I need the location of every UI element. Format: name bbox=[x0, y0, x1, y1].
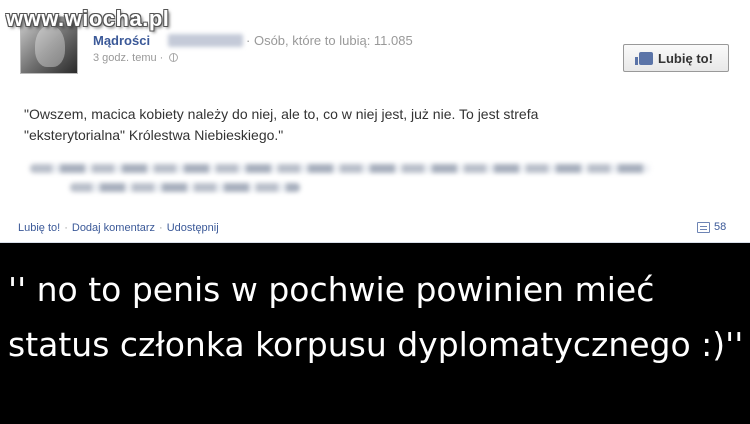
site-watermark: www.wiocha.pl bbox=[6, 6, 170, 31]
share-link[interactable]: Udostępnij bbox=[167, 222, 219, 234]
post-actions: Lubię to! · Dodaj komentarz · Udostępnij bbox=[18, 222, 219, 234]
like-link[interactable]: Lubię to! bbox=[18, 222, 60, 234]
comment-count[interactable]: 58 bbox=[697, 221, 726, 233]
globe-icon bbox=[169, 53, 179, 62]
page-likes-count: · Osób, które to lubią: 11.085 bbox=[246, 33, 413, 48]
comment-link[interactable]: Dodaj komentarz bbox=[72, 222, 155, 234]
post-meta: 3 godz. temu · bbox=[93, 52, 179, 64]
comment-icon bbox=[697, 221, 710, 233]
page-name-link[interactable]: Mądrości bbox=[93, 33, 150, 48]
timestamp[interactable]: 3 godz. temu bbox=[93, 52, 157, 64]
like-page-button[interactable]: Lubię to! bbox=[623, 44, 729, 72]
blurred-name bbox=[168, 34, 243, 47]
thumbs-up-icon bbox=[635, 51, 654, 65]
blurred-content bbox=[30, 164, 670, 204]
post-text: "Owszem, macica kobiety należy do niej, … bbox=[24, 106, 539, 143]
caption-text: '' no to penis w pochwie powinien mieć s… bbox=[8, 270, 744, 364]
facebook-post: www.wiocha.pl Mądrości · Osób, które to … bbox=[0, 0, 750, 243]
